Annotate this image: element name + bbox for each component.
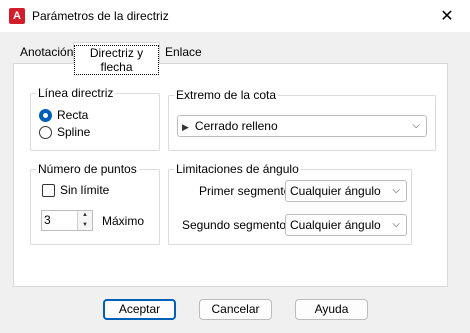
max-points-label: Máximo <box>102 214 145 228</box>
arrowhead-group-title: Extremo de la cota <box>174 88 279 102</box>
autocad-app-icon: A <box>9 8 25 24</box>
arrowhead-select-value: Cerrado relleno <box>194 119 278 133</box>
radio-spline[interactable] <box>39 126 52 139</box>
num-points-group: Número de puntos Sin límite 3 ▲ ▼ Máximo <box>30 162 160 245</box>
no-limit-checkbox[interactable] <box>42 184 55 197</box>
radio-spline-label[interactable]: Spline <box>57 125 90 139</box>
leader-line-group: Línea directriz Recta Spline <box>30 86 160 151</box>
chevron-down-icon: ⌵ <box>392 219 400 230</box>
first-segment-select[interactable]: Cualquier ángulo ⌵ <box>285 180 407 202</box>
help-button[interactable]: Ayuda <box>295 299 368 320</box>
arrowhead-group: Extremo de la cota ▶ Cerrado relleno ⌵ <box>168 88 436 151</box>
closed-filled-arrow-icon: ▶ <box>182 122 189 132</box>
window-title: Parámetros de la directriz <box>32 9 169 23</box>
angle-constraints-group-title: Limitaciones de ángulo <box>174 162 301 176</box>
max-points-value: 3 <box>44 213 51 227</box>
tab-enlace[interactable]: Enlace <box>162 44 205 63</box>
tab-directriz-y-flecha-label: Directriz y flecha <box>74 45 159 75</box>
max-points-stepper[interactable]: 3 ▲ ▼ <box>41 210 93 231</box>
no-limit-label[interactable]: Sin límite <box>60 183 109 197</box>
stepper-down-icon[interactable]: ▼ <box>78 220 92 230</box>
second-segment-value: Cualquier ángulo <box>290 218 381 232</box>
cancel-button[interactable]: Cancelar <box>199 299 272 320</box>
close-button[interactable]: ✕ <box>424 0 470 32</box>
num-points-group-title: Número de puntos <box>36 162 139 176</box>
second-segment-label: Segundo segmento: <box>182 218 290 232</box>
first-segment-value: Cualquier ángulo <box>290 184 381 198</box>
chevron-down-icon: ⌵ <box>412 120 420 131</box>
leader-line-group-title: Línea directriz <box>36 86 116 100</box>
tab-directriz-y-flecha[interactable]: Directriz y flecha <box>73 42 160 75</box>
stepper-buttons: ▲ ▼ <box>77 211 92 230</box>
chevron-down-icon: ⌵ <box>392 185 400 196</box>
angle-constraints-group: Limitaciones de ángulo Primer segmento: … <box>168 162 412 245</box>
first-segment-label: Primer segmento: <box>199 184 294 198</box>
second-segment-select[interactable]: Cualquier ángulo ⌵ <box>285 214 407 236</box>
tab-anotacion[interactable]: Anotación <box>17 44 76 63</box>
accept-button[interactable]: Aceptar <box>103 299 176 320</box>
tab-panel: Línea directriz Recta Spline Extremo de … <box>13 63 448 287</box>
radio-recta[interactable] <box>39 109 52 122</box>
arrowhead-select[interactable]: ▶ Cerrado relleno ⌵ <box>177 115 427 137</box>
title-bar: A Parámetros de la directriz ✕ <box>0 0 470 32</box>
stepper-up-icon[interactable]: ▲ <box>78 211 92 221</box>
radio-recta-label[interactable]: Recta <box>57 108 88 122</box>
close-icon: ✕ <box>440 8 454 25</box>
